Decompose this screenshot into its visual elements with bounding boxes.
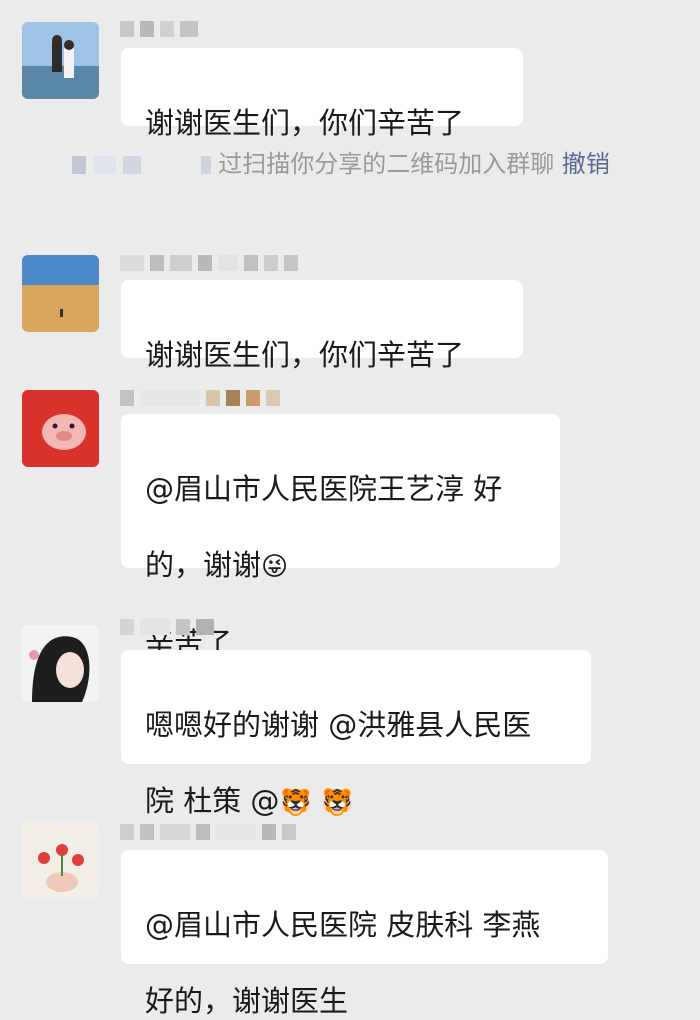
sender-name-blurred — [120, 823, 296, 841]
message-bubble[interactable]: 谢谢医生们，你们辛苦了 — [121, 280, 523, 372]
message-text: 谢谢医生们，你们辛苦了 — [145, 338, 465, 372]
avatar-user-3[interactable] — [22, 390, 99, 467]
message-bubble[interactable]: @眉山市人民医院王艺淳 好 的，谢谢😜 辛苦了 — [121, 414, 560, 660]
sender-name-blurred — [120, 389, 280, 407]
avatar-user-1[interactable] — [22, 22, 99, 99]
system-notice: 过扫描你分享的二维码加入群聊 撤销 — [72, 148, 652, 180]
avatar-user-4[interactable] — [22, 625, 99, 702]
message-line-1: @眉山市人民医院王艺淳 好 — [145, 472, 503, 506]
avatar-user-5[interactable] — [22, 822, 99, 899]
message-line-2: 的，谢谢 — [145, 548, 262, 582]
message-bubble[interactable]: 谢谢医生们，你们辛苦了 — [121, 48, 523, 140]
message-line-2: 院 杜策 @ — [145, 784, 280, 818]
message-line-1: 嗯嗯好的谢谢 @洪雅县人民医 — [145, 708, 532, 742]
sender-name-blurred — [120, 254, 298, 272]
sender-name-blurred — [120, 618, 214, 636]
tiger-emoji-icon: 🐯 — [279, 788, 312, 818]
sender-name-blurred — [120, 20, 198, 38]
revoke-link[interactable]: 撤销 — [562, 150, 610, 178]
message-bubble[interactable]: 嗯嗯好的谢谢 @洪雅县人民医 院 杜策 @🐯 🐯 — [121, 650, 591, 818]
winking-tongue-emoji-icon: 😜 — [261, 552, 289, 582]
message-text: 谢谢医生们，你们辛苦了 — [145, 106, 465, 140]
message-bubble[interactable]: @眉山市人民医院 皮肤科 李燕 好的，谢谢医生 — [121, 850, 608, 1018]
avatar-user-2[interactable] — [22, 255, 99, 332]
tiger-emoji-icon: 🐯 — [321, 788, 354, 818]
message-line-1: @眉山市人民医院 皮肤科 李燕 — [145, 908, 541, 942]
system-notice-text: 过扫描你分享的二维码加入群聊 — [218, 150, 555, 178]
message-line-2: 好的，谢谢医生 — [145, 984, 349, 1018]
